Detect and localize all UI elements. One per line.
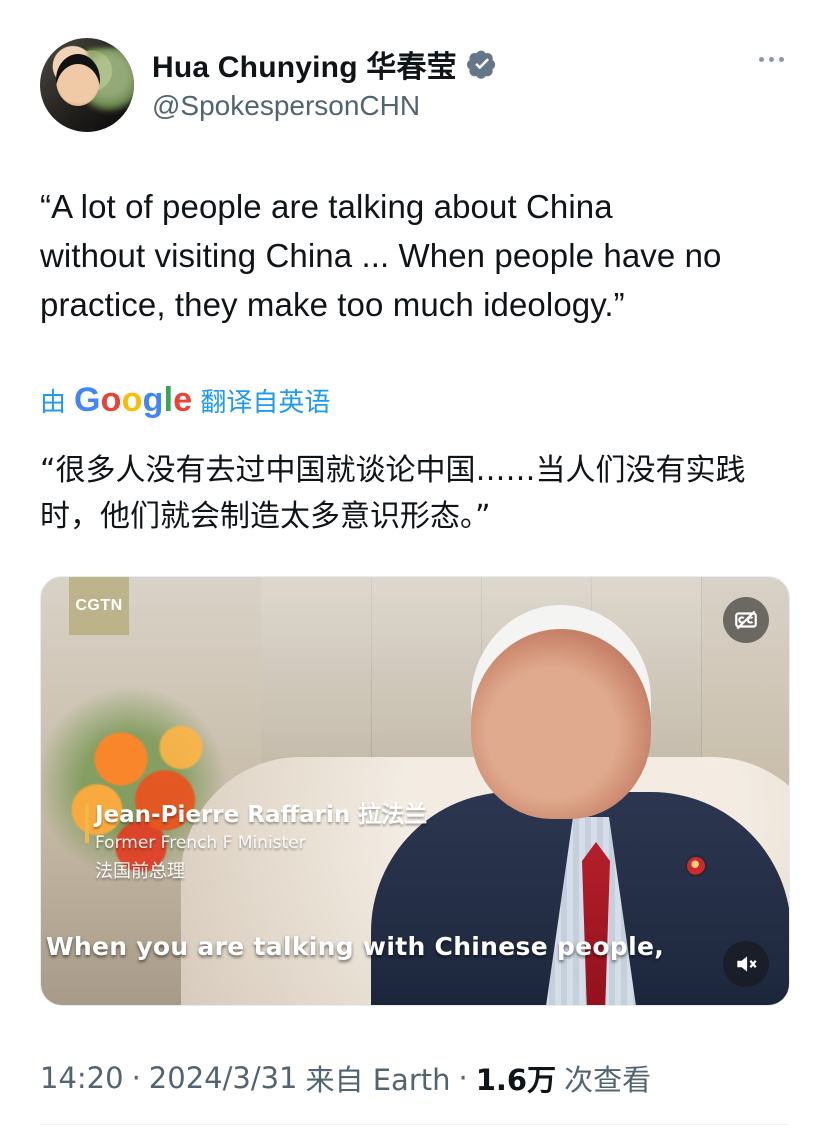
tweet-text-line-1: “A lot of people are talking about China xyxy=(40,188,613,225)
tweet-text-line-2: without visiting China ... When people h… xyxy=(40,237,722,274)
tweet-date[interactable]: 2024/3/31 xyxy=(149,1061,298,1095)
translated-line-1: “很多人没有去过中国就谈论中国……当人们没有实践 xyxy=(40,453,746,488)
author-display-name[interactable]: Hua Chunying 华春莹 xyxy=(152,42,457,86)
tweet-time[interactable]: 14:20 xyxy=(40,1061,124,1095)
more-dot xyxy=(768,56,774,62)
footer-divider xyxy=(40,1124,788,1125)
speaker-name: Jean-Pierre Raffarin 拉法兰 xyxy=(95,802,428,828)
views-count[interactable]: 1.6万 xyxy=(476,1057,556,1099)
google-letter-o1: o xyxy=(100,380,122,419)
more-options-icon[interactable] xyxy=(756,54,786,64)
google-letter-e: e xyxy=(173,380,193,419)
translation-prefix: 由 xyxy=(40,386,67,417)
lapel-pin xyxy=(687,857,705,875)
lower-third-accent xyxy=(85,803,89,843)
google-letter-g1: G xyxy=(74,380,101,419)
google-wordmark: Google xyxy=(74,381,192,420)
meta-separator: · xyxy=(131,1061,141,1095)
verified-badge-icon xyxy=(466,49,497,79)
google-letter-g2: g xyxy=(142,380,164,419)
tweet-header: Hua Chunying 华春莹 @SpokespersonCHN xyxy=(40,38,790,134)
translated-line-2: 时，他们就会制造太多意识形态。” xyxy=(40,499,491,534)
author-avatar[interactable] xyxy=(40,38,134,132)
cgtn-watermark: CGTN xyxy=(69,577,129,635)
google-letter-l: l xyxy=(163,380,174,419)
person-head xyxy=(471,629,651,819)
google-letter-o2: o xyxy=(121,380,143,419)
tweet-text: “A lot of people are talking about China… xyxy=(40,182,790,329)
author-handle[interactable]: @SpokespersonCHN xyxy=(152,90,420,122)
tweet-meta: 14:20 · 2024/3/31 来自 Earth · 1.6万 次查看 xyxy=(40,1052,651,1104)
speaker-title-cn: 法国前总理 xyxy=(95,861,185,882)
name-lower-third: Jean-Pierre Raffarin 拉法兰 Former French F… xyxy=(85,795,465,895)
translation-suffix: 翻译自英语 xyxy=(200,386,331,417)
tweet-source: 来自 Earth xyxy=(305,1063,451,1097)
translation-attribution[interactable]: 由 Google 翻译自英语 xyxy=(40,378,330,422)
tweet-text-line-3: practice, they make too much ideology.” xyxy=(40,286,625,323)
speaker-title: Former French F Minister xyxy=(95,833,306,853)
video-subtitle: When you are talking with Chinese people… xyxy=(45,932,664,961)
closed-captions-icon[interactable] xyxy=(723,597,769,643)
meta-separator: · xyxy=(458,1061,468,1095)
more-dot xyxy=(778,56,784,62)
author-name-row: Hua Chunying 华春莹 xyxy=(152,44,497,84)
video-player[interactable]: CGTN Jean-Pierre Raffarin 拉法兰 Former Fre… xyxy=(40,576,790,1006)
more-dot xyxy=(758,56,764,62)
translated-text: “很多人没有去过中国就谈论中国……当人们没有实践 时，他们就会制造太多意识形态。… xyxy=(40,448,790,540)
mute-icon[interactable] xyxy=(723,941,769,987)
views-label: 次查看 xyxy=(564,1063,652,1097)
